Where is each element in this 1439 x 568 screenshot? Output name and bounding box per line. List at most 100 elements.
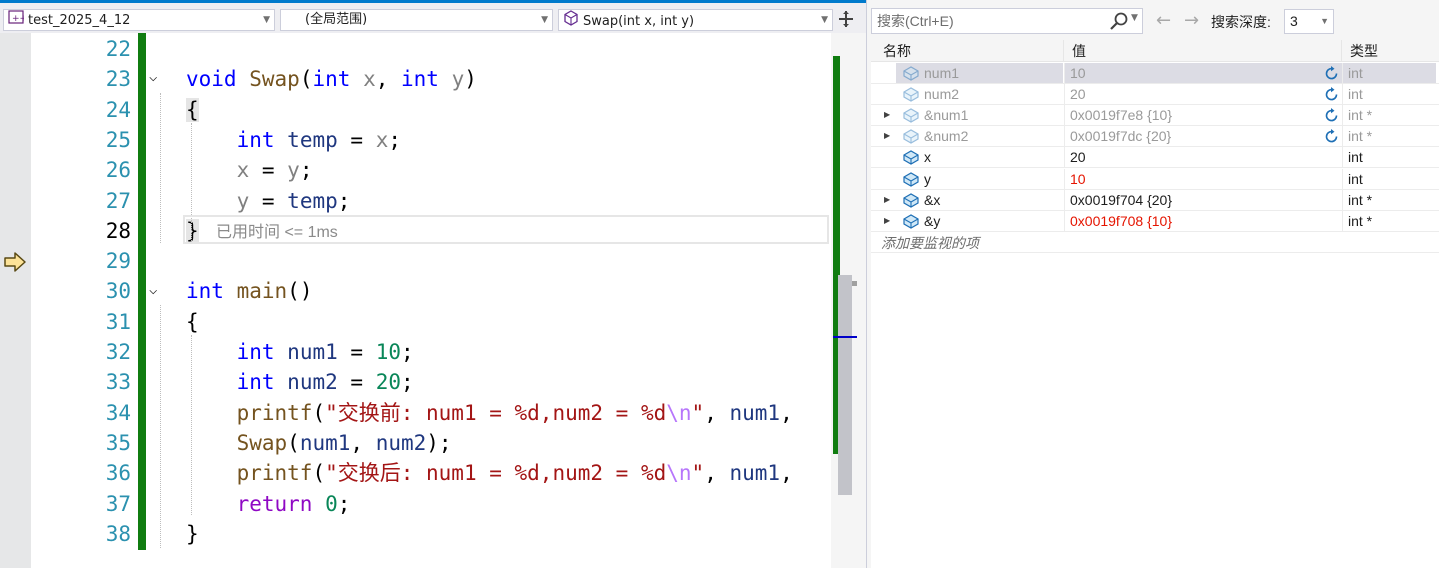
watch-type: int [1348, 149, 1363, 166]
watch-value: 20 [1070, 149, 1086, 166]
code-line[interactable]: 22 [31, 34, 831, 64]
watch-value-cell[interactable]: 20 [1064, 147, 1342, 168]
watch-value-cell[interactable]: 0x0019f704 {20} [1064, 189, 1342, 210]
watch-type-cell: int * [1342, 189, 1436, 210]
search-depth-select[interactable]: 3 ▼ [1284, 9, 1334, 34]
member-dropdown[interactable]: Swap(int x, int y) ▼ [558, 9, 833, 31]
scrollbar-thumb[interactable] [838, 275, 852, 495]
code-line[interactable]: 31 { [31, 307, 831, 337]
watch-value-cell[interactable]: 10 [1064, 168, 1342, 189]
code-line[interactable]: 29 [31, 246, 831, 276]
variable-icon [902, 213, 920, 229]
line-code: } [186, 521, 199, 546]
expand-triangle-icon[interactable]: ▶ [884, 190, 890, 210]
watch-name-cell[interactable]: &y [896, 211, 1063, 231]
search-icon[interactable] [1108, 11, 1130, 31]
split-window-icon[interactable] [836, 11, 856, 31]
code-line[interactable]: 36 printf("交换后: num1 = %d,num2 = %d\n", … [31, 458, 831, 488]
watch-name: x [924, 149, 931, 166]
column-header-type[interactable]: 类型 [1342, 40, 1439, 62]
code-line[interactable]: 24 { [31, 95, 831, 125]
member-name: Swap(int x, int y) [583, 14, 695, 29]
variable-icon [902, 171, 920, 187]
code-line[interactable]: 38} [31, 519, 831, 549]
watch-row[interactable]: x 20 int [871, 147, 1439, 169]
watch-type-cell: int * [1342, 126, 1436, 147]
collapse-chevron-icon[interactable]: ⌵ [149, 282, 157, 298]
watch-grid: 名称 值 类型 num1 10 int num2 20 int ▶ &num1 0x0019f7… [871, 40, 1439, 568]
line-number: 24 [105, 97, 131, 122]
line-number: 31 [105, 309, 131, 334]
watch-value-cell[interactable]: 0x0019f708 {10} [1064, 210, 1342, 231]
line-code: return 0; [236, 491, 351, 516]
expand-triangle-icon[interactable]: ▶ [884, 211, 890, 231]
line-number: 36 [105, 461, 131, 486]
watch-type: int [1348, 65, 1363, 81]
column-header-name[interactable]: 名称 [871, 40, 1064, 62]
watch-row[interactable]: num1 10 int [871, 63, 1439, 84]
line-number: 27 [105, 188, 131, 213]
watch-name-cell[interactable]: &x [896, 190, 1063, 210]
watch-value-cell[interactable]: 20 [1064, 84, 1342, 105]
watch-row[interactable]: y 10 int [871, 168, 1439, 190]
column-header-value[interactable]: 值 [1064, 40, 1342, 62]
chevron-down-icon[interactable]: ▼ [1131, 13, 1138, 23]
watch-row[interactable]: num2 20 int [871, 84, 1439, 106]
refresh-icon[interactable] [1323, 65, 1340, 82]
watch-row[interactable]: ▶ &num1 0x0019f7e8 {10} int * [871, 105, 1439, 127]
scope-dropdown[interactable]: (全局范围) ▼ [280, 9, 553, 31]
watch-value-cell[interactable]: 0x0019f7e8 {10} [1064, 105, 1342, 126]
watch-name-cell[interactable]: x [896, 147, 1063, 167]
code-line[interactable]: 27 y = temp; [31, 186, 831, 216]
scrollbar-caret-marker [833, 336, 857, 338]
line-code: printf("交换后: num1 = %d,num2 = %d\n", num… [236, 461, 793, 486]
project-dropdown[interactable]: ++ test_2025_4_12 ▼ [3, 9, 275, 31]
code-line[interactable]: 33 int num2 = 20; [31, 367, 831, 397]
line-number: 34 [105, 400, 131, 425]
watch-value: 10 [1070, 65, 1086, 81]
refresh-icon[interactable] [1323, 107, 1340, 124]
watch-name-cell[interactable]: &num1 [896, 105, 1063, 125]
watch-name: y [924, 170, 931, 187]
line-code: int num2 = 20; [236, 370, 414, 395]
watch-type-cell: int [1342, 168, 1436, 189]
refresh-icon[interactable] [1323, 86, 1340, 103]
watch-row[interactable]: ▶ &y 0x0019f708 {10} int * [871, 210, 1439, 232]
code-text-area[interactable]: 22 23 void Swap(int x, int y) 24 {25 int tem… [31, 33, 831, 568]
watch-type: int * [1348, 212, 1373, 229]
line-code: { [186, 97, 199, 122]
watch-type: int [1348, 170, 1363, 187]
watch-row[interactable]: ▶ &x 0x0019f704 {20} int * [871, 189, 1439, 211]
indicator-margin[interactable] [0, 33, 31, 568]
line-code: y = temp; [236, 188, 351, 213]
search-forward-icon[interactable]: → [1184, 10, 1199, 31]
code-line[interactable]: 35 Swap(num1, num2); [31, 428, 831, 458]
watch-name-cell[interactable]: num2 [896, 84, 1063, 104]
expand-triangle-icon[interactable]: ▶ [884, 126, 890, 146]
line-code: int temp = x; [236, 127, 401, 152]
watch-name-cell[interactable]: y [896, 169, 1063, 189]
variable-icon [902, 192, 920, 208]
watch-search-input[interactable] [872, 9, 1102, 33]
code-line[interactable]: 34 printf("交换前: num1 = %d,num2 = %d\n", … [31, 398, 831, 428]
add-watch-row[interactable]: 添加要监视的项 [871, 232, 1439, 253]
code-line[interactable]: 37 return 0; [31, 489, 831, 519]
line-number: 37 [105, 491, 131, 516]
watch-name-cell[interactable]: &num2 [896, 126, 1063, 146]
watch-row[interactable]: ▶ &num2 0x0019f7dc {20} int * [871, 126, 1439, 148]
watch-search-box[interactable]: ▼ [871, 8, 1143, 34]
watch-name-cell[interactable]: num1 [896, 63, 1063, 83]
watch-value-cell[interactable]: 0x0019f7dc {20} [1064, 126, 1342, 147]
code-line[interactable]: 32 int num1 = 10; [31, 337, 831, 367]
refresh-icon[interactable] [1323, 128, 1340, 145]
watch-value-cell[interactable]: 10 [1064, 63, 1342, 83]
expand-triangle-icon[interactable]: ▶ [884, 105, 890, 125]
search-back-icon[interactable]: ← [1156, 10, 1171, 31]
instruction-pointer-icon [3, 250, 27, 274]
add-watch-label: 添加要监视的项 [881, 234, 979, 251]
code-line[interactable]: 26 x = y; [31, 155, 831, 185]
code-line[interactable]: 25 int temp = x; [31, 125, 831, 155]
watch-name: num1 [924, 65, 960, 81]
collapse-chevron-icon[interactable]: ⌵ [149, 69, 157, 85]
watch-type-cell: int [1342, 147, 1436, 168]
